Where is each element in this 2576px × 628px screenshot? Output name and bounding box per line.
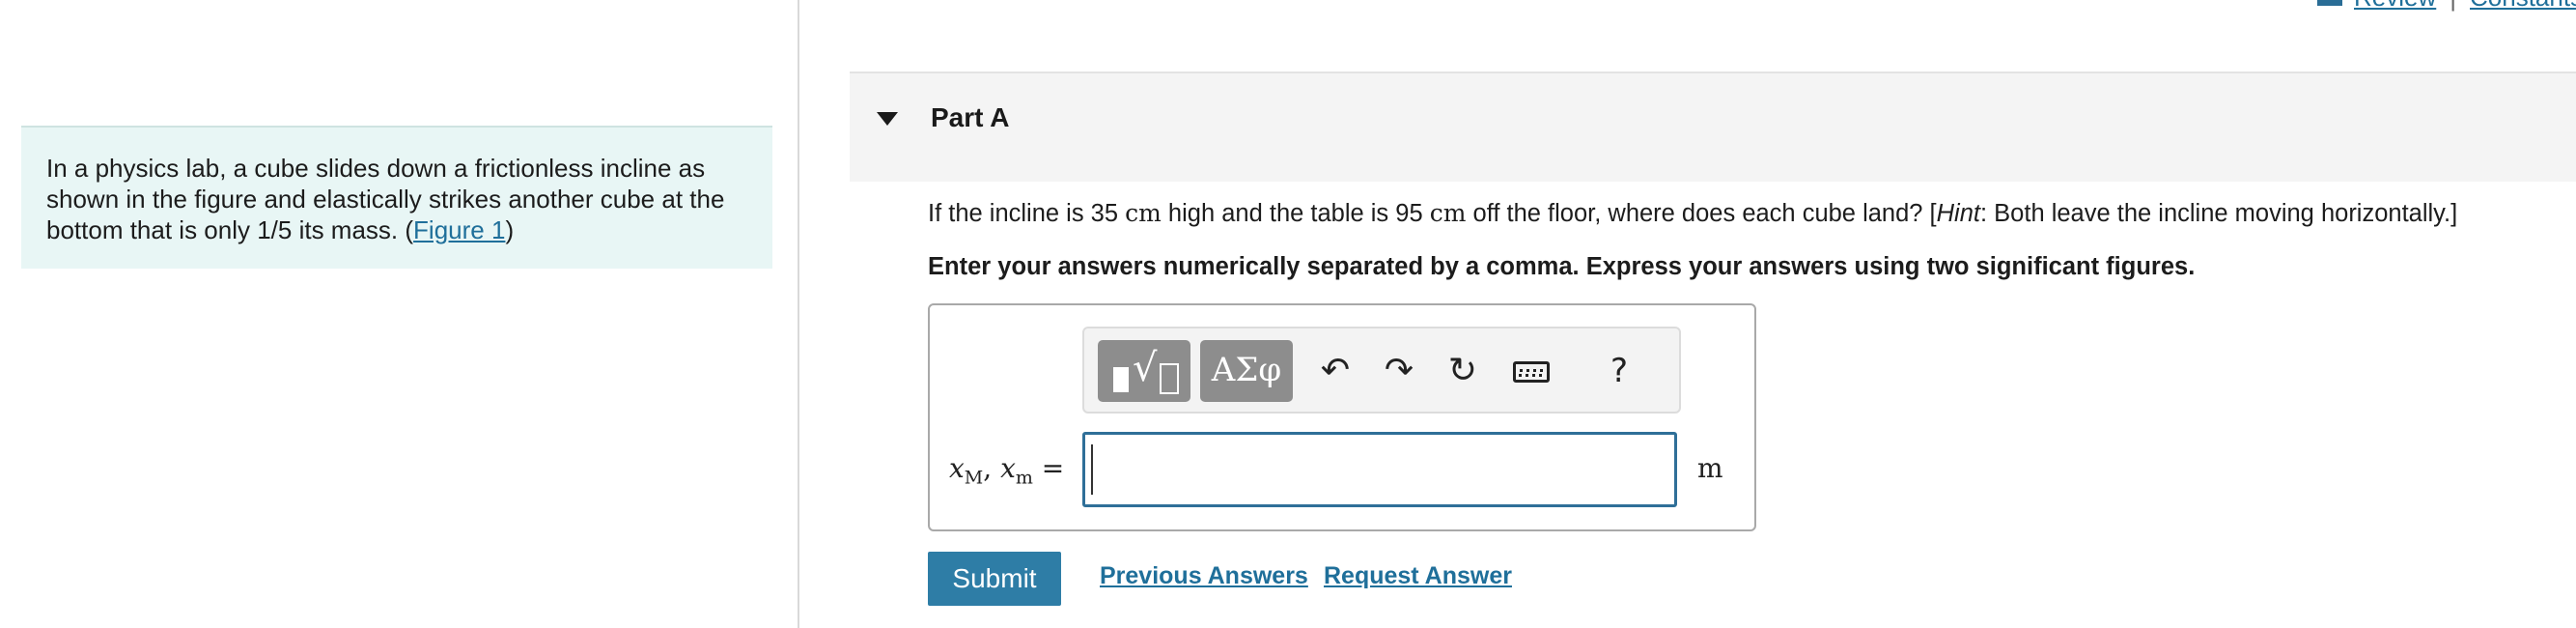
answer-variable-label: xM, xm = <box>949 452 1064 489</box>
equals-sign: = <box>1032 452 1065 484</box>
redo-icon[interactable]: ↷ <box>1374 344 1424 398</box>
header-links: Review | Constants <box>2317 0 2576 13</box>
problem-text-end: ) <box>505 215 515 244</box>
math-toolbar: √ ΑΣφ ↶ ↷ ↻ ? <box>1082 327 1681 414</box>
answer-input[interactable] <box>1082 432 1677 507</box>
question-segment: high and the table is 95 <box>1161 200 1430 227</box>
book-icon <box>2317 0 2342 7</box>
var-x: x <box>1000 452 1016 484</box>
previous-answers-link[interactable]: Previous Answers <box>1100 562 1308 590</box>
sqrt-template-icon: √ <box>1133 346 1158 390</box>
question-text: If the incline is 35 cm high and the tab… <box>928 199 2457 228</box>
question-segment: If the incline is 35 <box>928 200 1126 227</box>
template-box-icon <box>1160 363 1179 394</box>
templates-button[interactable]: √ <box>1098 340 1190 402</box>
problem-text: In a physics lab, a cube slides down a f… <box>46 154 725 244</box>
part-title: Part A <box>931 102 1010 132</box>
part-a-header[interactable]: Part A <box>850 71 2576 182</box>
text-cursor <box>1091 444 1093 495</box>
keyboard-glyph <box>1513 361 1550 383</box>
undo-icon[interactable]: ↶ <box>1310 344 1360 398</box>
collapse-caret-icon[interactable] <box>877 112 898 126</box>
symbols-button[interactable]: ΑΣφ <box>1200 340 1293 402</box>
reset-icon[interactable]: ↻ <box>1438 344 1488 398</box>
unit-cm: cm <box>1429 199 1467 227</box>
panel-divider <box>798 0 799 628</box>
review-link[interactable]: Review <box>2354 0 2436 12</box>
hint-text: : Both leave the incline moving horizont… <box>1980 200 2458 227</box>
problem-statement: In a physics lab, a cube slides down a f… <box>21 126 772 269</box>
figure-link[interactable]: Figure 1 <box>413 215 505 244</box>
template-block-icon <box>1113 367 1129 392</box>
keyboard-icon[interactable] <box>1509 344 1559 398</box>
request-answer-link[interactable]: Request Answer <box>1324 562 1512 590</box>
constants-link[interactable]: Constants <box>2470 0 2576 12</box>
answer-instruction: Enter your answers numerically separated… <box>928 253 2196 280</box>
submit-button[interactable]: Submit <box>928 552 1061 606</box>
subscript-m: m <box>1015 467 1033 489</box>
var-comma: , <box>983 452 1001 484</box>
hint-label: Hint <box>1936 200 1980 227</box>
unit-cm: cm <box>1125 199 1162 227</box>
subscript-M: M <box>964 467 984 489</box>
var-x: x <box>949 452 965 484</box>
header-separator: | <box>2450 0 2456 12</box>
answer-unit: m <box>1697 452 1723 484</box>
help-button[interactable]: ? <box>1594 344 1644 398</box>
question-segment: off the floor, where does each cube land… <box>1466 200 1937 227</box>
